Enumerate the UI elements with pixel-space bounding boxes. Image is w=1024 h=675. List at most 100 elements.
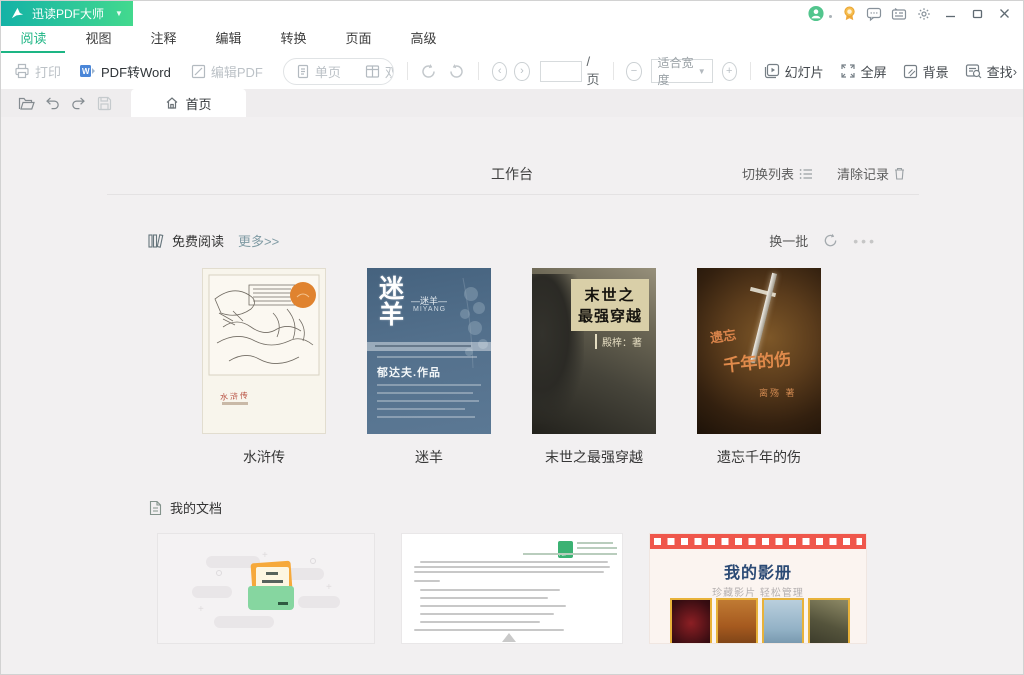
print-button[interactable]: 打印 [14, 62, 61, 81]
cover-text-line [377, 400, 479, 402]
single-page-button[interactable]: 单页 [284, 62, 353, 81]
home-tab[interactable]: 首页 [131, 89, 246, 117]
deco-blob [192, 586, 232, 598]
movie-poster [670, 598, 712, 643]
home-tab-label: 首页 [185, 96, 212, 112]
cover-text-line [377, 416, 475, 418]
feedback-bubble-icon[interactable] [866, 6, 882, 22]
tab-edit[interactable]: 编辑 [196, 26, 261, 53]
book-cover-shuihuzhuan[interactable]: 水浒传 [202, 268, 326, 434]
redo-button[interactable] [65, 96, 91, 110]
cover-title-line1: 遗忘 [709, 327, 738, 346]
ribbon-tabs: 阅读 视图 注释 编辑 转换 页面 高级 [1, 26, 1023, 53]
previous-page-button[interactable]: ‹ [492, 61, 508, 81]
single-page-icon [296, 64, 310, 79]
more-books-link[interactable]: 更多>> [238, 231, 279, 250]
cover-author: 郁达夫.作品 [377, 367, 442, 379]
movie-poster [762, 598, 804, 643]
movie-poster [808, 598, 850, 643]
refresh-icon[interactable] [823, 233, 838, 248]
titlebar-controls [808, 5, 1023, 22]
rotate-ccw-icon [448, 63, 465, 80]
book-title-miyang[interactable]: 迷羊 [367, 447, 491, 467]
book-title-yiwang[interactable]: 遗忘千年的伤 [697, 447, 821, 467]
tab-convert[interactable]: 转换 [261, 26, 326, 53]
main-toolbar: 打印 W PDF转Word 编辑PDF 单页 双页 [1, 53, 1023, 89]
tab-advanced[interactable]: 高级 [391, 26, 456, 53]
settings-gear-icon[interactable] [916, 6, 932, 22]
bookshelf-icon [148, 233, 164, 248]
minimize-button[interactable] [941, 6, 959, 22]
book-title-moshi[interactable]: 末世之最强穿越 [532, 447, 656, 467]
album-subtitle: 珍藏影片 轻松管理 [712, 588, 804, 599]
edit-pdf-button[interactable]: 编辑PDF [191, 62, 263, 81]
book-title-shuihuzhuan[interactable]: 水浒传 [202, 447, 326, 467]
cover-title-calligraphy: 迷 羊 [379, 274, 405, 329]
open-file-button[interactable] [13, 96, 39, 111]
toolbar-overflow-button[interactable]: › [1013, 64, 1017, 79]
shortcut-keyboard-icon[interactable] [891, 6, 907, 22]
zoom-mode-select[interactable]: 适合宽度 ▼ [650, 56, 713, 87]
slideshow-icon [764, 63, 780, 79]
doc-text-line [414, 566, 610, 568]
status-dot [829, 15, 832, 18]
app-window: 迅读PDF大师 ▼ 阅读 视图 注释 编辑 转换 页面 高级 打印 W PDF转… [0, 0, 1024, 675]
movie-poster [716, 598, 758, 643]
double-page-button[interactable]: 双页 [353, 62, 393, 81]
zoom-out-button[interactable]: − [626, 61, 642, 81]
tab-page[interactable]: 页面 [326, 26, 391, 53]
trash-icon [895, 167, 904, 180]
switch-list-button[interactable]: 切换列表 [742, 164, 813, 183]
rotate-clockwise-button[interactable] [420, 63, 437, 80]
pdf-to-word-button[interactable]: W PDF转Word [79, 62, 171, 81]
book-cover-moshi[interactable]: 末世之 最强穿越 殿梓：著 [532, 268, 656, 434]
movie-posters [670, 598, 850, 643]
free-reading-actions: 换一批 ••• [769, 231, 877, 250]
app-logo-icon [10, 6, 25, 21]
more-options-button[interactable]: ••• [853, 234, 877, 248]
rotate-cw-icon [420, 63, 437, 80]
next-page-button[interactable]: › [514, 61, 530, 81]
cover-band [367, 342, 491, 351]
find-button[interactable]: 查找 [965, 62, 1013, 81]
zoom-in-button[interactable]: + [721, 61, 737, 81]
document-card-pdf-help[interactable] [401, 533, 623, 644]
tab-read[interactable]: 阅读 [1, 26, 66, 53]
page-number-input[interactable] [539, 60, 582, 82]
book-cover-yiwang[interactable]: 遗忘 千年的伤 离殇 著 [697, 268, 821, 434]
doc-text-line [420, 561, 608, 563]
page-layout-toggle: 单页 双页 [282, 57, 394, 85]
background-icon [903, 64, 918, 79]
free-reading-header: 免费阅读 更多>> [148, 231, 279, 250]
workspace-content: 工作台 切换列表 清除记录 免费阅读 更多>> 换一批 ••• 水浒传 迷 羊 … [1, 117, 1023, 674]
tab-annotate[interactable]: 注释 [131, 26, 196, 53]
refresh-batch-button[interactable]: 换一批 [769, 231, 808, 250]
close-button[interactable] [995, 6, 1013, 22]
section-divider [107, 194, 919, 195]
background-button[interactable]: 背景 [903, 62, 949, 81]
app-menu-button[interactable]: 迅读PDF大师 ▼ [1, 1, 133, 26]
rotate-counterclockwise-button[interactable] [448, 63, 465, 80]
deco-ring [310, 558, 316, 564]
doc-text-line [420, 597, 548, 599]
user-avatar-icon[interactable] [808, 5, 824, 22]
clear-history-button[interactable]: 清除记录 [837, 164, 905, 183]
vip-medal-icon[interactable] [841, 6, 857, 22]
save-button[interactable] [91, 96, 117, 111]
slideshow-button[interactable]: 幻灯片 [764, 62, 824, 81]
undo-button[interactable] [39, 96, 65, 110]
double-page-icon [365, 64, 380, 79]
deco-blob [298, 596, 340, 608]
toolbar-separator [749, 62, 751, 80]
document-card-empty[interactable]: + + + [157, 533, 375, 644]
tab-view[interactable]: 视图 [66, 26, 131, 53]
maximize-button[interactable] [968, 6, 986, 22]
ink-illustration [208, 274, 320, 376]
document-icon [149, 500, 162, 515]
doc-text-line [414, 580, 440, 582]
document-card-album[interactable]: 我的影册 珍藏影片 轻松管理 [649, 533, 867, 644]
book-cover-miyang[interactable]: 迷 羊 —迷羊— MIYANG 郁达夫.作品 [367, 268, 491, 434]
fullscreen-button[interactable]: 全屏 [840, 62, 887, 81]
fullscreen-icon [840, 63, 856, 79]
cover-author: 殿梓：著 [595, 334, 642, 349]
